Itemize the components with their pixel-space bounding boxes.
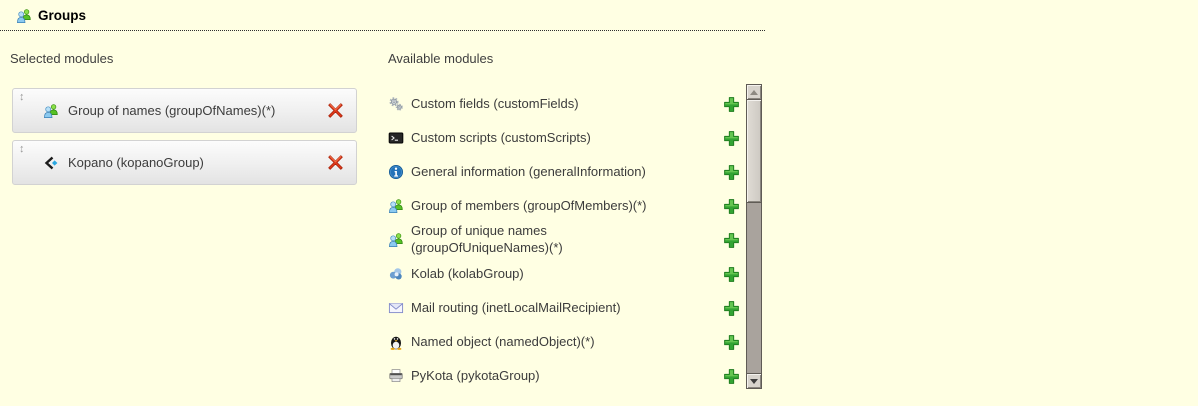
section-header: Groups — [0, 0, 765, 31]
drag-handle-icon[interactable]: ↕ — [19, 142, 25, 156]
module-label: Named object (namedObject)(*) — [411, 334, 671, 351]
scrollbar-up-button[interactable] — [747, 85, 761, 100]
available-modules-list: Custom fields (customFields) Custom scri… — [388, 87, 740, 393]
add-icon — [723, 334, 740, 351]
module-label: Kopano (kopanoGroup) — [68, 155, 204, 170]
module-icon-holder — [388, 130, 404, 146]
module-icon-holder — [388, 300, 404, 316]
add-module-button[interactable] — [723, 368, 740, 385]
remove-module-button[interactable] — [327, 154, 344, 171]
available-modules-scrollbar[interactable] — [746, 84, 762, 389]
add-icon — [723, 300, 740, 317]
available-module-row: Custom scripts (customScripts) — [388, 121, 740, 155]
add-module-button[interactable] — [723, 198, 740, 215]
selected-module-row[interactable]: ↕ Kopano (kopanoGroup) — [12, 140, 357, 185]
mail-icon — [388, 300, 404, 316]
module-label: Custom scripts (customScripts) — [411, 130, 671, 147]
delete-icon — [327, 102, 344, 119]
drag-handle-icon[interactable]: ↕ — [19, 90, 25, 104]
info-icon — [388, 164, 404, 180]
add-icon — [723, 232, 740, 249]
selected-modules-list: ↕ Group of names (groupOfNames)(*) ↕ Kop… — [12, 88, 357, 192]
available-module-row: Mail routing (inetLocalMailRecipient) — [388, 291, 740, 325]
module-icon-holder — [43, 103, 59, 119]
module-label: Group of members (groupOfMembers)(*) — [411, 198, 671, 215]
terminal-icon — [388, 130, 404, 146]
available-module-row: Named object (namedObject)(*) — [388, 325, 740, 359]
kolab-icon — [388, 266, 404, 282]
add-module-button[interactable] — [723, 300, 740, 317]
add-icon — [723, 96, 740, 113]
gears-icon — [388, 96, 404, 112]
available-modules-heading: Available modules — [388, 51, 493, 66]
available-module-row: General information (generalInformation) — [388, 155, 740, 189]
add-icon — [723, 368, 740, 385]
printer-icon — [388, 368, 404, 384]
module-label: General information (generalInformation) — [411, 164, 671, 181]
module-label: Mail routing (inetLocalMailRecipient) — [411, 300, 671, 317]
groups-module-settings-page: Groups Selected modules Available module… — [0, 0, 1198, 406]
module-icon-holder — [388, 164, 404, 180]
add-module-button[interactable] — [723, 96, 740, 113]
arrow-down-icon — [750, 379, 758, 384]
group-icon — [388, 198, 404, 214]
module-icon-holder — [388, 198, 404, 214]
available-module-row: Group of members (groupOfMembers)(*) — [388, 189, 740, 223]
group-icon — [16, 8, 32, 24]
add-icon — [723, 198, 740, 215]
available-module-row: PyKota (pykotaGroup) — [388, 359, 740, 393]
selected-module-row[interactable]: ↕ Group of names (groupOfNames)(*) — [12, 88, 357, 133]
page-title: Groups — [38, 8, 86, 23]
add-icon — [723, 164, 740, 181]
remove-module-button[interactable] — [327, 102, 344, 119]
delete-icon — [327, 154, 344, 171]
module-icon-holder — [388, 368, 404, 384]
groups-icon — [16, 8, 32, 24]
module-icon-holder — [388, 96, 404, 112]
kopano-icon — [43, 155, 59, 171]
module-icon-holder — [388, 232, 404, 248]
scrollbar-down-button[interactable] — [747, 373, 761, 388]
tux-icon — [388, 334, 404, 350]
add-module-button[interactable] — [723, 130, 740, 147]
scrollbar-thumb[interactable] — [747, 100, 761, 203]
module-label: Group of unique names (groupOfUniqueName… — [411, 223, 671, 256]
available-module-row: Kolab (kolabGroup) — [388, 257, 740, 291]
available-module-row: Group of unique names (groupOfUniqueName… — [388, 223, 740, 257]
module-icon-holder — [388, 266, 404, 282]
add-icon — [723, 130, 740, 147]
module-label: Custom fields (customFields) — [411, 96, 671, 113]
selected-modules-heading: Selected modules — [10, 51, 113, 66]
module-icon-holder — [388, 334, 404, 350]
add-icon — [723, 266, 740, 283]
module-icon-holder — [43, 155, 59, 171]
module-label: Kolab (kolabGroup) — [411, 266, 671, 283]
group-icon — [388, 232, 404, 248]
module-label: PyKota (pykotaGroup) — [411, 368, 671, 385]
add-module-button[interactable] — [723, 164, 740, 181]
module-label: Group of names (groupOfNames)(*) — [68, 103, 275, 118]
add-module-button[interactable] — [723, 266, 740, 283]
add-module-button[interactable] — [723, 232, 740, 249]
group-icon — [43, 103, 59, 119]
available-module-row: Custom fields (customFields) — [388, 87, 740, 121]
arrow-up-icon — [750, 90, 758, 95]
add-module-button[interactable] — [723, 334, 740, 351]
